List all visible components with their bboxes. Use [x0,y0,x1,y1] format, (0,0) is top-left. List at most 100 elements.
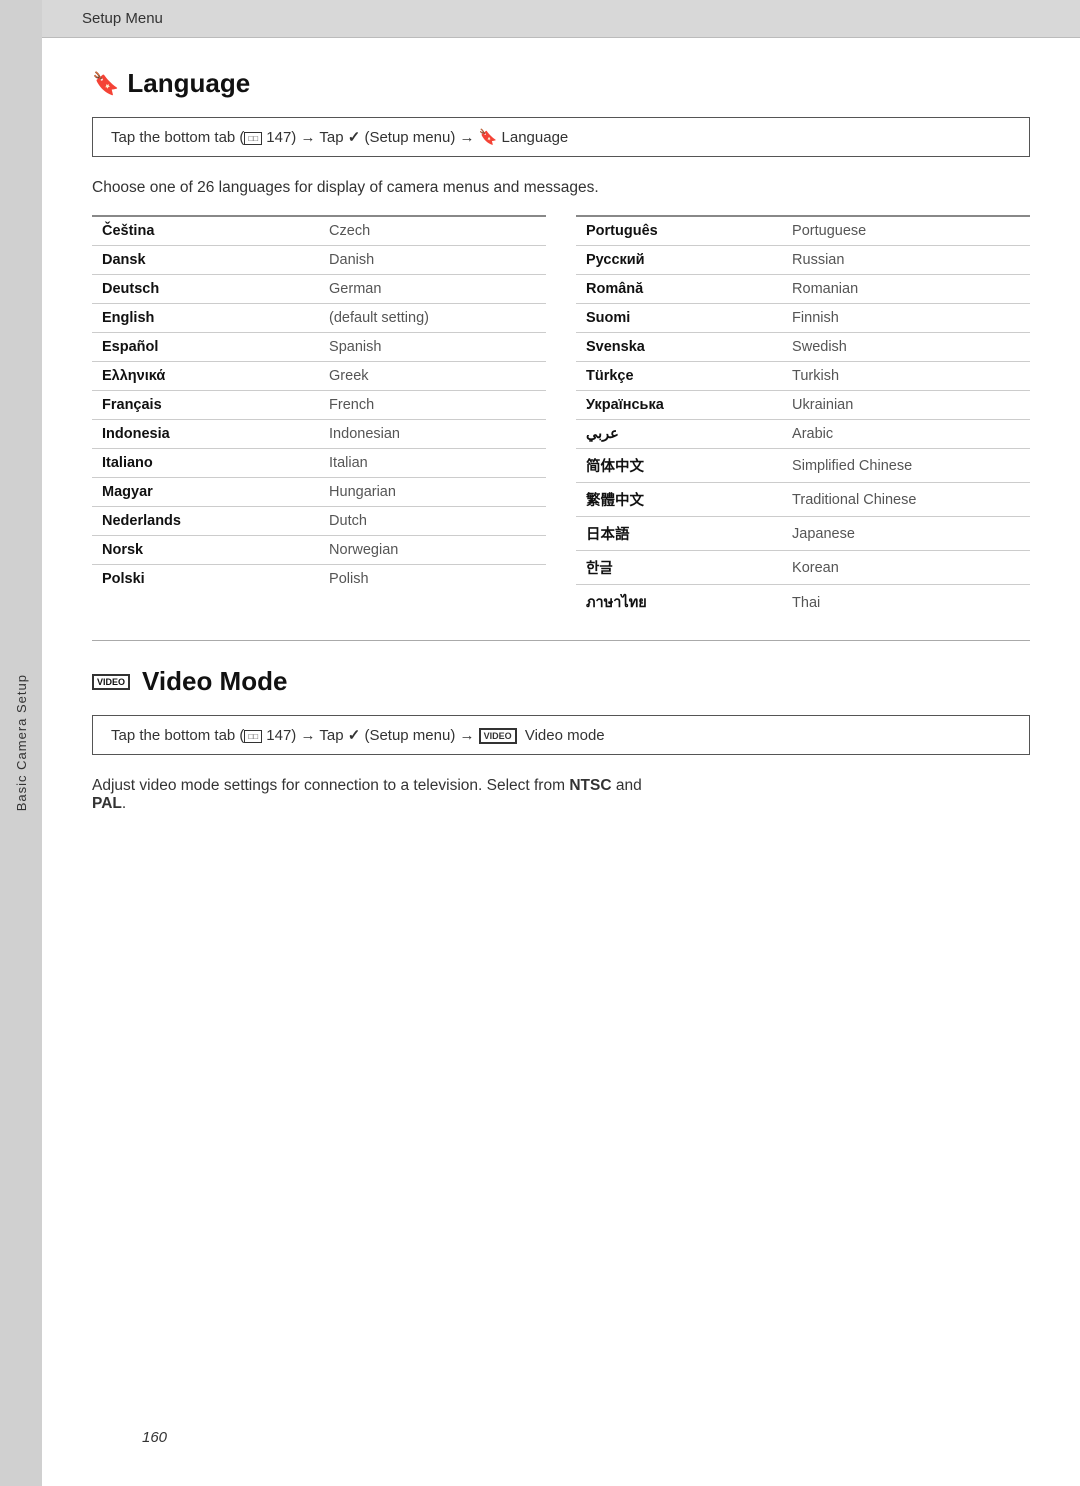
language-english: Swedish [782,333,1030,362]
language-native: Ελληνικά [92,362,319,391]
language-english: Spanish [319,333,546,362]
language-title-text: Language [127,68,250,99]
video-description: Adjust video mode settings for connectio… [92,777,1030,813]
language-section: 🔖 Language Tap the bottom tab (□□ 147) →… [92,68,1030,620]
language-native: Português [576,216,782,246]
main-content: Setup Menu 🔖 Language Tap the bottom tab… [42,0,1080,1486]
page-number: 160 [92,1429,1080,1466]
language-english: Arabic [782,420,1030,449]
language-english: Japanese [782,517,1030,551]
side-tab: Basic Camera Setup [0,0,42,1486]
list-item: English (default setting) [92,304,546,333]
video-desc-middle: and [612,777,642,794]
video-desc-start: Adjust video mode settings for connectio… [92,777,569,794]
language-native: Türkçe [576,362,782,391]
language-native: Norsk [92,536,319,565]
language-native: Deutsch [92,275,319,304]
language-native: Русский [576,246,782,275]
list-item: عربي Arabic [576,420,1030,449]
language-english: Finnish [782,304,1030,333]
language-english: Simplified Chinese [782,449,1030,483]
list-item: Ελληνικά Greek [92,362,546,391]
video-desc-end: . [122,795,126,812]
video-nav-text: Tap the bottom tab (□□ 147) → Tap ✓ (Set… [111,727,605,744]
language-english: German [319,275,546,304]
language-native: ภาษาไทย [576,585,782,621]
book-icon: □□ [244,132,262,145]
language-native: Dansk [92,246,319,275]
language-english: Portuguese [782,216,1030,246]
language-native: Svenska [576,333,782,362]
list-item: Română Romanian [576,275,1030,304]
language-english: French [319,391,546,420]
language-native: Română [576,275,782,304]
video-mode-title: VIDEO Video Mode [92,666,1030,697]
page: Basic Camera Setup Setup Menu 🔖 Language… [0,0,1080,1486]
language-english: Dutch [319,507,546,536]
list-item: Magyar Hungarian [92,478,546,507]
language-native: Español [92,333,319,362]
language-english: Ukrainian [782,391,1030,420]
left-language-column: Čeština Czech Dansk Danish Deutsch Germa… [92,215,546,620]
language-english: (default setting) [319,304,546,333]
language-english: Czech [319,216,546,246]
language-english: Traditional Chinese [782,483,1030,517]
list-item: Português Portuguese [576,216,1030,246]
list-item: Polski Polish [92,565,546,594]
language-title: 🔖 Language [92,68,1030,99]
language-native: Čeština [92,216,319,246]
video-mode-title-text: Video Mode [142,666,287,697]
list-item: Indonesia Indonesian [92,420,546,449]
language-native: Italiano [92,449,319,478]
content-area: 🔖 Language Tap the bottom tab (□□ 147) →… [42,38,1080,1449]
language-native: Indonesia [92,420,319,449]
language-native: 日本語 [576,517,782,551]
list-item: Français French [92,391,546,420]
language-native: Magyar [92,478,319,507]
ntsc-label: NTSC [569,777,611,794]
list-item: 繁體中文 Traditional Chinese [576,483,1030,517]
list-item: 简体中文 Simplified Chinese [576,449,1030,483]
list-item: 한글 Korean [576,551,1030,585]
header-label: Setup Menu [82,10,163,27]
language-native: Français [92,391,319,420]
list-item: Svenska Swedish [576,333,1030,362]
column-divider [546,215,576,620]
language-description: Choose one of 26 languages for display o… [92,179,1030,197]
section-divider [92,640,1030,641]
language-english: Greek [319,362,546,391]
video-icon-inline: VIDEO [479,728,517,744]
side-tab-label: Basic Camera Setup [14,674,29,811]
language-english: Thai [782,585,1030,621]
list-item: Italiano Italian [92,449,546,478]
pal-label: PAL [92,795,122,812]
list-item: Čeština Czech [92,216,546,246]
language-native: 한글 [576,551,782,585]
language-native: English [92,304,319,333]
language-native: 简体中文 [576,449,782,483]
list-item: Norsk Norwegian [92,536,546,565]
list-item: Türkçe Turkish [576,362,1030,391]
language-english: Norwegian [319,536,546,565]
language-table: Čeština Czech Dansk Danish Deutsch Germa… [92,215,1030,620]
list-item: Русский Russian [576,246,1030,275]
language-english: Indonesian [319,420,546,449]
language-english: Italian [319,449,546,478]
list-item: Suomi Finnish [576,304,1030,333]
language-english: Danish [319,246,546,275]
list-item: Deutsch German [92,275,546,304]
list-item: Dansk Danish [92,246,546,275]
language-icon: 🔖 [92,71,119,97]
list-item: ภาษาไทย Thai [576,585,1030,621]
language-english: Korean [782,551,1030,585]
language-native: Polski [92,565,319,594]
header-bar: Setup Menu [42,0,1080,38]
language-nav-text: Tap the bottom tab (□□ 147) → Tap ✓ (Set… [111,129,568,146]
video-mode-section: VIDEO Video Mode Tap the bottom tab (□□ … [92,666,1030,813]
language-english: Polish [319,565,546,594]
language-native: Nederlands [92,507,319,536]
language-english: Turkish [782,362,1030,391]
right-language-column: Português Portuguese Русский Russian Rom… [576,215,1030,620]
right-language-table: Português Portuguese Русский Russian Rom… [576,215,1030,620]
language-english: Hungarian [319,478,546,507]
